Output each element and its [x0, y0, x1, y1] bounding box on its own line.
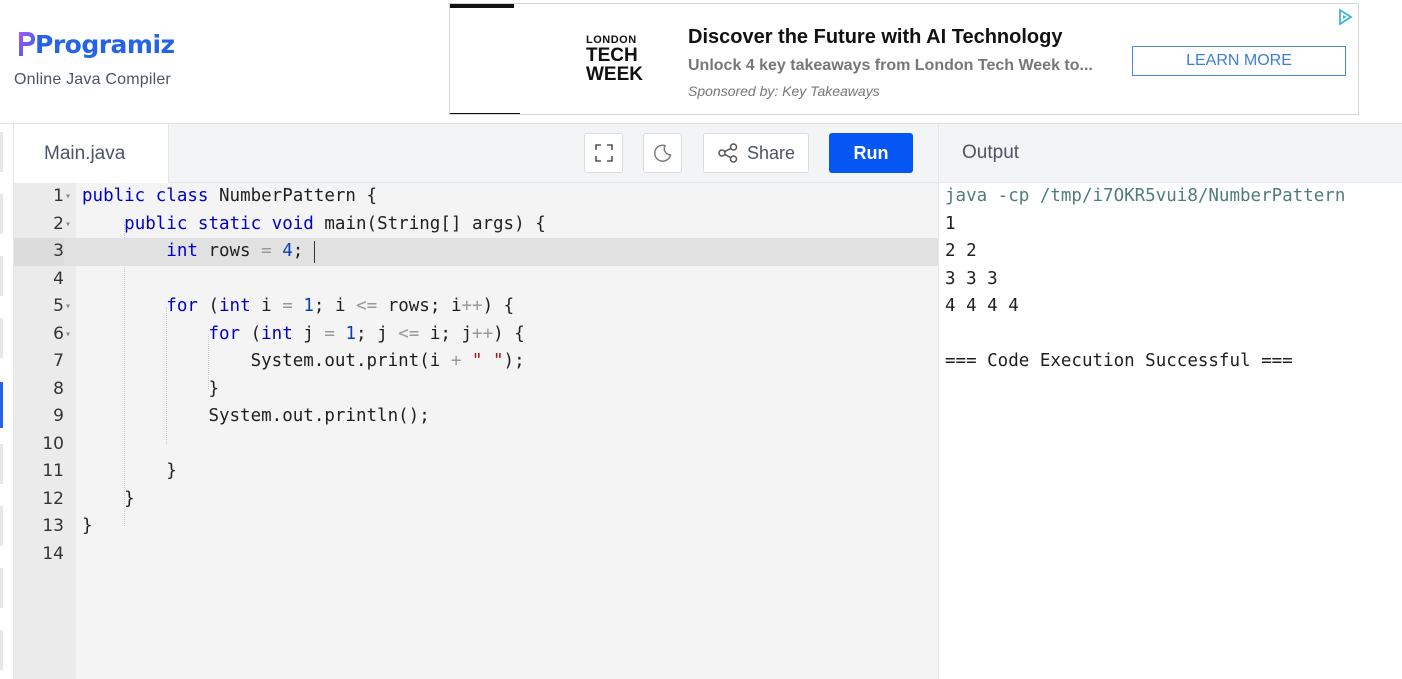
brand-name: Programiz [35, 29, 175, 59]
code-text: for (int i = 1; i <= rows; i++) { [166, 296, 515, 316]
line-number: 4 [53, 268, 64, 289]
code-line[interactable]: 5 ▾ for (int i = 1; i <= rows; i++) { [14, 293, 938, 321]
sidebar-tab[interactable] [0, 444, 3, 484]
line-number: 6 [53, 323, 64, 344]
code-text: for (int j = 1; j <= i; j++) { [208, 323, 525, 344]
sidebar-tab[interactable] [0, 568, 3, 608]
code-text: public class NumberPattern { [82, 186, 378, 206]
ad-logo-line: WEEK [586, 64, 643, 85]
line-number: 7 [53, 351, 64, 371]
code-text: } [124, 488, 135, 509]
line-number: 10 [42, 433, 64, 454]
file-tab-main-java[interactable]: Main.java [14, 124, 169, 183]
fold-arrow-icon[interactable]: ▾ [65, 211, 71, 239]
fullscreen-button[interactable] [584, 133, 623, 173]
text-cursor [314, 241, 315, 263]
code-line[interactable]: 9 System.out.println(); [14, 403, 938, 431]
code-line[interactable]: 2 ▾ public static void main(String[] args… [14, 211, 938, 239]
share-label: Share [746, 142, 796, 163]
code-text: int rows = 4; [166, 241, 304, 261]
ad-image-stripe [450, 113, 520, 114]
code-text: } [82, 516, 93, 536]
left-sidebar [0, 124, 14, 679]
code-line[interactable]: 10 [14, 431, 938, 459]
output-line: === Code Execution Successful === [945, 351, 1293, 371]
ad-logo-line: TECH [586, 45, 638, 66]
code-line[interactable]: 6 ▾ for (int j = 1; j <= i; j++) { [14, 321, 938, 349]
ad-image[interactable]: LONDON TECH WEEK [450, 4, 676, 114]
code-text: public static void main(String[] args) { [124, 213, 546, 234]
line-number: 5 [53, 296, 64, 316]
line-number: 13 [42, 516, 64, 536]
line-number: 2 [53, 213, 64, 234]
code-text: System.out.println(); [208, 406, 430, 426]
code-line[interactable]: 3 int rows = 4; [14, 238, 938, 266]
editor-toolbar: Main.java Share Run [14, 124, 938, 183]
moon-icon [653, 144, 671, 162]
line-number: 14 [42, 543, 64, 564]
ad-sponsor: Sponsored by: Key Takeaways [688, 83, 880, 99]
sidebar-tab[interactable] [0, 132, 3, 172]
page-subtitle: Online Java Compiler [14, 71, 171, 88]
sidebar-tab[interactable] [0, 194, 3, 234]
ad-choices-icon[interactable] [1336, 8, 1354, 26]
output-line: 2 2 [945, 241, 977, 261]
line-number: 8 [53, 378, 64, 399]
code-text: } [166, 461, 177, 481]
output-console[interactable]: java -cp /tmp/i7OKR5vui8/NumberPattern 1 2… [938, 183, 1402, 679]
header: Programiz Online Java Compiler LONDON TE… [0, 0, 1402, 124]
advertisement-banner[interactable]: LONDON TECH WEEK Discover the Future wit… [449, 3, 1359, 115]
ad-description[interactable]: Unlock 4 key takeaways from London Tech … [688, 57, 1108, 75]
code-line[interactable]: 14 [14, 541, 938, 569]
line-number: 11 [42, 461, 64, 481]
theme-toggle-button[interactable] [643, 133, 682, 173]
output-title: Output [962, 142, 1020, 163]
ad-image-stripe [450, 4, 514, 8]
share-button[interactable]: Share [703, 133, 809, 173]
programiz-logo[interactable]: Programiz [16, 26, 175, 60]
line-number: 3 [14, 238, 64, 266]
london-tech-week-logo: LONDON TECH WEEK [586, 34, 643, 84]
line-number: 1 [53, 186, 64, 206]
code-line[interactable]: 12 } [14, 486, 938, 514]
output-header: Output [938, 124, 1402, 183]
code-line[interactable]: 11 } [14, 458, 938, 486]
code-line[interactable]: 8 } [14, 376, 938, 404]
output-command-line: java -cp /tmp/i7OKR5vui8/NumberPattern [945, 186, 1346, 206]
fullscreen-icon [594, 144, 613, 162]
line-number: 9 [53, 406, 64, 426]
sidebar-tab[interactable] [0, 630, 3, 670]
sidebar-tab[interactable] [0, 256, 3, 296]
code-line[interactable]: 13} [14, 513, 938, 541]
code-editor[interactable]: 1 ▾ public class NumberPattern {2 ▾ public … [14, 183, 938, 679]
code-text: System.out.print(i + " "); [250, 351, 525, 371]
sidebar-tab-active[interactable] [0, 382, 3, 428]
fold-arrow-icon[interactable]: ▾ [65, 183, 71, 211]
fold-arrow-icon[interactable]: ▾ [65, 321, 71, 349]
line-number: 12 [42, 488, 64, 509]
share-icon [718, 143, 738, 163]
code-line[interactable]: 1 ▾ public class NumberPattern { [14, 183, 938, 211]
sidebar-tab[interactable] [0, 318, 3, 358]
code-text: } [208, 378, 219, 399]
code-line[interactable]: 4 [14, 266, 938, 294]
code-line[interactable]: 7 System.out.print(i + " "); [14, 348, 938, 376]
sidebar-tab[interactable] [0, 506, 3, 546]
output-line: 3 3 3 [945, 268, 998, 289]
fold-arrow-icon[interactable]: ▾ [65, 293, 71, 321]
learn-more-button[interactable]: LEARN MORE [1132, 46, 1346, 76]
run-button[interactable]: Run [829, 133, 913, 173]
output-line: 1 [945, 213, 956, 234]
output-line: 4 4 4 4 [945, 296, 1019, 316]
ad-title[interactable]: Discover the Future with AI Technology [688, 26, 1062, 49]
